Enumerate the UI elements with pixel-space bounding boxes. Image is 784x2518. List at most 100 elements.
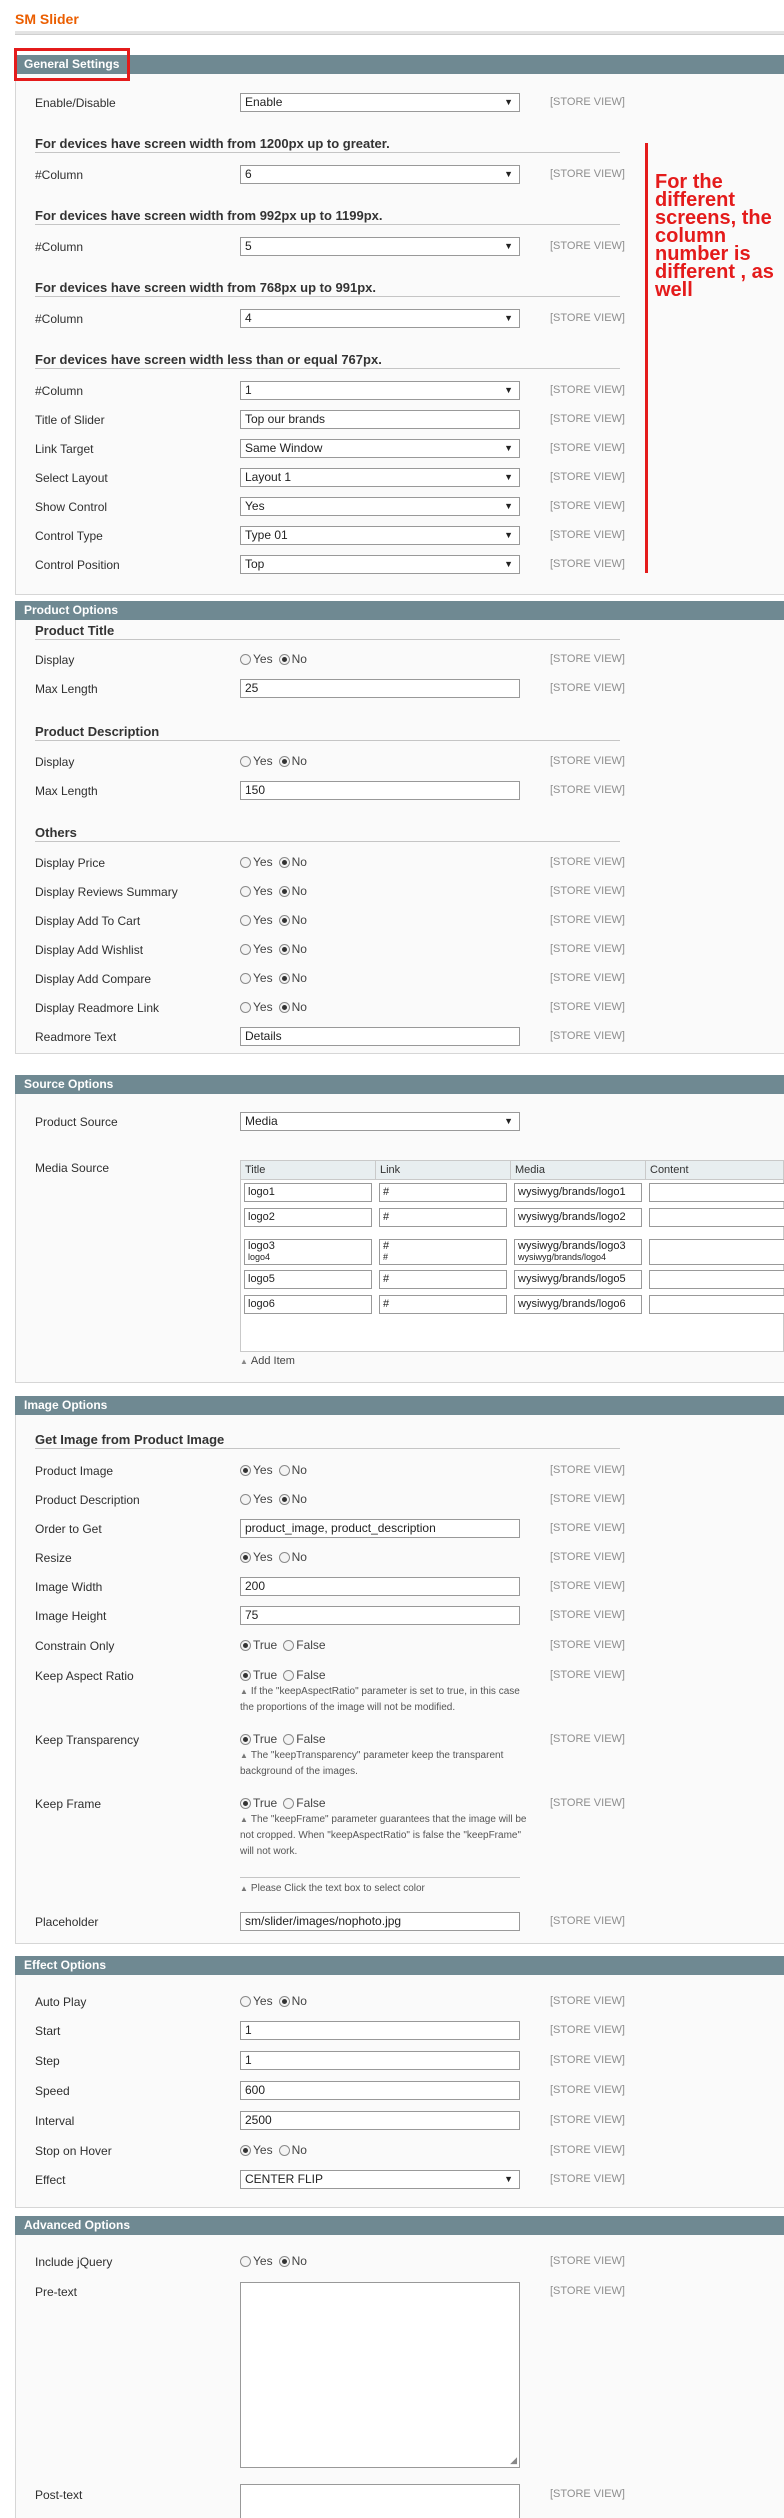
grid-title-input[interactable]: logo6 <box>244 1295 372 1314</box>
column-select-992[interactable]: 5 ▼ <box>240 237 520 256</box>
layout-select[interactable]: Layout 1 ▼ <box>240 468 520 487</box>
radio-icon[interactable] <box>240 1640 251 1651</box>
image-height-input[interactable]: 75 <box>240 1606 520 1625</box>
grid-content-input[interactable] <box>649 1239 784 1265</box>
pretext-textarea[interactable]: ◢ <box>240 2282 520 2468</box>
posttext-textarea[interactable] <box>240 2484 520 2518</box>
display-reviews-radio[interactable]: Yes No <box>240 884 313 898</box>
control-position-select[interactable]: Top ▼ <box>240 555 520 574</box>
display-compare-radio[interactable]: Yes No <box>240 971 313 985</box>
radio-icon[interactable] <box>278 654 290 665</box>
resize-radio[interactable]: Yes No <box>240 1550 313 1564</box>
grid-media-input[interactable]: wysiwyg/brands/logo3 wysiwyg/brands/logo4 <box>514 1239 642 1265</box>
radio-icon[interactable] <box>283 1798 295 1809</box>
radio-icon[interactable] <box>240 654 251 665</box>
grid-content-input[interactable] <box>649 1295 784 1314</box>
grid-media-input[interactable]: wysiwyg/brands/logo1 <box>514 1183 642 1202</box>
radio-icon[interactable] <box>283 1734 295 1745</box>
radio-icon[interactable] <box>240 1670 251 1681</box>
enable-select[interactable]: Enable ▼ <box>240 93 520 112</box>
radio-icon[interactable] <box>240 1494 251 1505</box>
radio-icon[interactable] <box>278 1465 290 1476</box>
display-price-radio[interactable]: Yes No <box>240 855 313 869</box>
grid-link-input[interactable]: # <box>379 1183 507 1202</box>
section-header-general[interactable]: General Settings <box>15 55 784 74</box>
grid-link-input[interactable]: # <box>379 1295 507 1314</box>
radio-icon[interactable] <box>278 857 290 868</box>
grid-content-input[interactable] <box>649 1208 784 1227</box>
radio-icon[interactable] <box>240 1734 251 1745</box>
speed-input[interactable]: 600 <box>240 2081 520 2100</box>
radio-icon[interactable] <box>278 1996 290 2007</box>
section-header-product[interactable]: Product Options <box>15 601 784 620</box>
order-input[interactable]: product_image, product_description <box>240 1519 520 1538</box>
grid-content-input[interactable] <box>649 1270 784 1289</box>
constrain-radio[interactable]: True False <box>240 1638 332 1652</box>
radio-icon[interactable] <box>278 2256 290 2267</box>
image-width-input[interactable]: 200 <box>240 1577 520 1596</box>
radio-icon[interactable] <box>283 1670 295 1681</box>
grid-link-input[interactable]: # <box>379 1208 507 1227</box>
product-image-radio[interactable]: Yes No <box>240 1463 313 1477</box>
start-input[interactable]: 1 <box>240 2021 520 2040</box>
column-select-767[interactable]: 1 ▼ <box>240 381 520 400</box>
radio-icon[interactable] <box>240 2145 251 2156</box>
stop-on-hover-radio[interactable]: Yes No <box>240 2143 313 2157</box>
display-wishlist-radio[interactable]: Yes No <box>240 942 313 956</box>
link-target-select[interactable]: Same Window ▼ <box>240 439 520 458</box>
grid-link-input[interactable]: # <box>379 1270 507 1289</box>
resize-grip-icon[interactable]: ◢ <box>510 2455 517 2466</box>
radio-icon[interactable] <box>240 915 251 926</box>
grid-media-input[interactable]: wysiwyg/brands/logo2 <box>514 1208 642 1227</box>
aspect-ratio-radio[interactable]: True False <box>240 1668 332 1682</box>
interval-input[interactable]: 2500 <box>240 2111 520 2130</box>
section-header-source[interactable]: Source Options <box>15 1075 784 1094</box>
control-type-select[interactable]: Type 01 ▼ <box>240 526 520 545</box>
grid-media-input[interactable]: wysiwyg/brands/logo6 <box>514 1295 642 1314</box>
radio-icon[interactable] <box>240 944 251 955</box>
grid-title-input[interactable]: logo3 logo4 <box>244 1239 372 1265</box>
radio-icon[interactable] <box>240 973 251 984</box>
grid-link-input[interactable]: # # <box>379 1239 507 1265</box>
radio-icon[interactable] <box>240 886 251 897</box>
add-item-button[interactable]: ▲ Add Item <box>240 1355 295 1367</box>
slider-title-input[interactable]: Top our brands <box>240 410 520 429</box>
readmore-text-input[interactable]: Details <box>240 1027 520 1046</box>
radio-icon[interactable] <box>278 756 290 767</box>
radio-icon[interactable] <box>278 944 290 955</box>
grid-content-input[interactable] <box>649 1183 784 1202</box>
grid-title-input[interactable]: logo5 <box>244 1270 372 1289</box>
radio-icon[interactable] <box>278 886 290 897</box>
display-cart-radio[interactable]: Yes No <box>240 913 313 927</box>
grid-media-input[interactable]: wysiwyg/brands/logo5 <box>514 1270 642 1289</box>
radio-icon[interactable] <box>278 2145 290 2156</box>
effect-select[interactable]: CENTER FLIP ▼ <box>240 2170 520 2189</box>
radio-icon[interactable] <box>240 1465 251 1476</box>
title-display-radio[interactable]: Yes No <box>240 652 313 666</box>
transparency-radio[interactable]: True False <box>240 1732 332 1746</box>
section-header-advanced[interactable]: Advanced Options <box>15 2216 784 2235</box>
step-input[interactable]: 1 <box>240 2051 520 2070</box>
product-desc-radio[interactable]: Yes No <box>240 1492 313 1506</box>
title-max-length-input[interactable]: 25 <box>240 679 520 698</box>
product-source-select[interactable]: Media ▼ <box>240 1112 520 1131</box>
radio-icon[interactable] <box>278 1494 290 1505</box>
autoplay-radio[interactable]: Yes No <box>240 1994 313 2008</box>
include-jquery-radio[interactable]: Yes No <box>240 2254 313 2268</box>
radio-icon[interactable] <box>278 1552 290 1563</box>
radio-icon[interactable] <box>240 1002 251 1013</box>
radio-icon[interactable] <box>278 915 290 926</box>
radio-icon[interactable] <box>240 1798 251 1809</box>
show-control-select[interactable]: Yes ▼ <box>240 497 520 516</box>
radio-icon[interactable] <box>278 1002 290 1013</box>
placeholder-input[interactable]: sm/slider/images/nophoto.jpg <box>240 1912 520 1931</box>
section-header-effect[interactable]: Effect Options <box>15 1956 784 1975</box>
radio-icon[interactable] <box>240 2256 251 2267</box>
keep-frame-radio[interactable]: True False <box>240 1796 332 1810</box>
desc-display-radio[interactable]: Yes No <box>240 754 313 768</box>
radio-icon[interactable] <box>240 1996 251 2007</box>
display-readmore-radio[interactable]: Yes No <box>240 1000 313 1014</box>
radio-icon[interactable] <box>240 1552 251 1563</box>
column-select-1200[interactable]: 6 ▼ <box>240 165 520 184</box>
column-select-768[interactable]: 4 ▼ <box>240 309 520 328</box>
